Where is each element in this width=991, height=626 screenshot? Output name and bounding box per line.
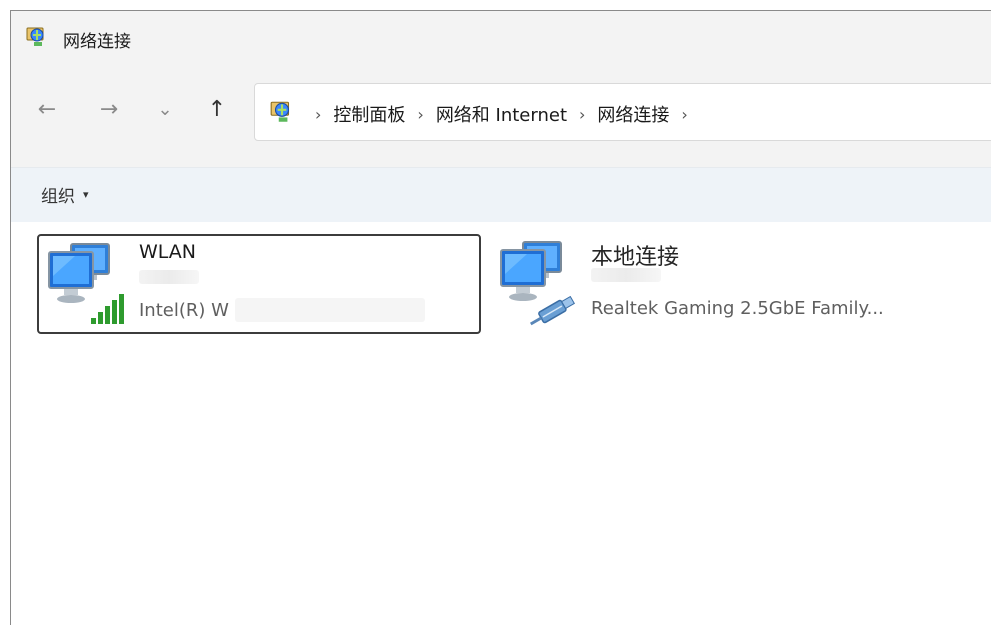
wireless-network-adapter-icon: [45, 242, 131, 328]
back-button[interactable]: ←: [27, 89, 67, 129]
organize-label: 组织: [41, 187, 75, 207]
title-bar: 网络连接: [11, 11, 991, 67]
navigation-bar: ← → ⌄ ↑ › 控制面板 › 网络和 Internet › 网络连接 ›: [11, 67, 991, 167]
connection-status-redacted: [591, 268, 661, 282]
connection-name: 本地连接: [591, 245, 680, 270]
up-arrow-icon: ↑: [207, 96, 227, 122]
organize-button[interactable]: 组织 ▾: [41, 182, 89, 207]
recent-locations-button[interactable]: ⌄: [145, 89, 185, 129]
ethernet-network-adapter-icon: [497, 240, 583, 326]
control-panel-icon: [269, 99, 295, 125]
breadcrumb: › 控制面板 › 网络和 Internet › 网络连接 ›: [303, 101, 700, 127]
connection-name: WLAN: [139, 241, 197, 263]
connections-list: WLAN Intel(R) W MHz 本地连接 Realtek Gaming …: [11, 222, 991, 625]
breadcrumb-separator[interactable]: ›: [417, 105, 423, 124]
command-bar: 组织 ▾: [11, 167, 991, 222]
up-button[interactable]: ↑: [197, 89, 237, 129]
breadcrumb-separator[interactable]: ›: [681, 105, 687, 124]
breadcrumb-separator[interactable]: ›: [315, 105, 321, 124]
back-arrow-icon: ←: [37, 96, 57, 122]
network-connections-icon: [25, 25, 49, 49]
network-connections-window: 网络连接 ← → ⌄ ↑ › 控制面板 › 网络和 Internet › 网络连…: [10, 10, 991, 625]
breadcrumb-network-connections[interactable]: 网络连接: [597, 101, 669, 127]
chevron-down-icon: ⌄: [157, 98, 173, 120]
connection-item-local[interactable]: 本地连接 Realtek Gaming 2.5GbE Family...: [491, 234, 951, 334]
caret-down-icon: ▾: [83, 188, 89, 201]
window-title: 网络连接: [63, 32, 131, 52]
address-bar[interactable]: › 控制面板 › 网络和 Internet › 网络连接 ›: [254, 83, 991, 141]
forward-button[interactable]: →: [89, 89, 129, 129]
redaction-overlay: [235, 298, 425, 322]
breadcrumb-separator[interactable]: ›: [579, 105, 585, 124]
connection-device: Realtek Gaming 2.5GbE Family...: [591, 298, 884, 319]
connection-item-wlan[interactable]: WLAN Intel(R) W MHz: [37, 234, 481, 334]
breadcrumb-control-panel[interactable]: 控制面板: [333, 101, 405, 127]
forward-arrow-icon: →: [99, 96, 119, 122]
breadcrumb-network-internet[interactable]: 网络和 Internet: [436, 101, 567, 127]
connection-status-redacted: [139, 270, 199, 284]
